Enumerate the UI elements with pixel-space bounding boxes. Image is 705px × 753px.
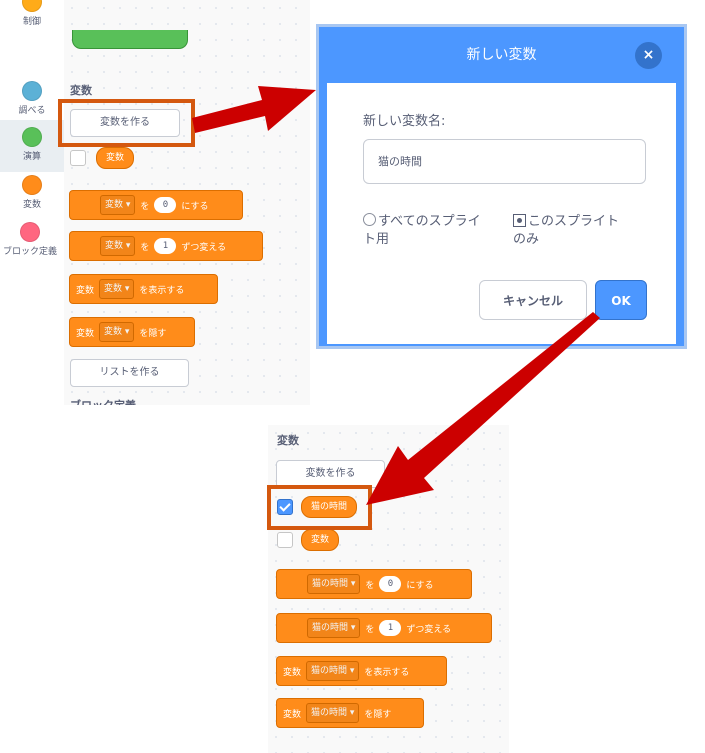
variable-checkbox[interactable] (70, 150, 86, 166)
operators-color-icon (22, 127, 42, 147)
category-my-blocks[interactable]: ブロック定義 (0, 222, 62, 257)
sensing-color-icon (22, 81, 42, 101)
block-text: ずつ変える (406, 624, 452, 635)
blocks-area: 変数 変数を作る 変数 変数 ▾ を 0 にする 変数 ▾ を 1 ずつ変える … (64, 0, 310, 405)
control-color-icon (22, 0, 42, 12)
variable-dropdown[interactable]: 変数 ▾ (99, 322, 135, 342)
variable-dropdown[interactable]: 猫の時間 ▾ (306, 703, 360, 723)
make-variable-button[interactable]: 変数を作る (276, 460, 385, 488)
block-text: にする (406, 580, 434, 591)
block-palette-after: 変数 変数を作る 猫の時間 変数 猫の時間 ▾ を 0 にする 猫の時間 ▾ を… (268, 425, 509, 753)
dialog-title: 新しい変数 (466, 47, 537, 63)
hide-variable-block[interactable]: 変数 猫の時間 ▾ を隠す (276, 698, 424, 728)
show-variable-block[interactable]: 変数 変数 ▾ を表示する (69, 274, 218, 304)
value-input[interactable]: 1 (154, 238, 177, 254)
block-text: を (140, 201, 150, 212)
radio-this-sprite[interactable]: このスプライト のみ (513, 213, 619, 249)
block-palette-before: 制御 調べる 演算 変数 ブロック定義 変数 変数を作る 変数 変数 ▾ を 0… (0, 0, 310, 405)
highlight-new-variable (267, 485, 372, 530)
variable-dropdown[interactable]: 変数 ▾ (99, 279, 135, 299)
radio-label: のみ (513, 232, 540, 247)
change-variable-block[interactable]: 猫の時間 ▾ を 1 ずつ変える (276, 613, 492, 643)
variable-name-input[interactable]: 猫の時間 (363, 139, 646, 184)
block-text: を隠す (364, 709, 392, 720)
category-label: 変数 (22, 200, 41, 210)
block-text: にする (181, 201, 209, 212)
new-variable-dialog: 新しい変数 × 新しい変数名: 猫の時間 すべてのスプライ ト用 このスプライト… (316, 24, 687, 349)
block-text: を表示する (364, 667, 410, 678)
section-title-variables: 変数 (277, 434, 299, 447)
variable-name-label: 新しい変数名: (363, 114, 446, 129)
category-label: 制御 (22, 17, 41, 27)
make-list-button[interactable]: リストを作る (70, 359, 189, 387)
block-text: を (140, 242, 150, 253)
cancel-button[interactable]: キャンセル (479, 280, 587, 320)
change-variable-block[interactable]: 変数 ▾ を 1 ずつ変える (69, 231, 263, 261)
variable-dropdown[interactable]: 猫の時間 ▾ (307, 618, 361, 638)
dialog-header: 新しい変数 (319, 27, 684, 83)
variable-reporter[interactable]: 変数 (96, 147, 135, 169)
block-text: を隠す (139, 328, 167, 339)
block-text: を (365, 624, 375, 635)
category-control[interactable]: 制御 (0, 0, 64, 27)
category-sensing[interactable]: 調べる (0, 81, 64, 116)
show-variable-block[interactable]: 変数 猫の時間 ▾ を表示する (276, 656, 447, 686)
block-text: ずつ変える (181, 242, 227, 253)
ok-button[interactable]: OK (595, 280, 647, 320)
block-text: 変数 (283, 709, 302, 720)
section-title-variables: 変数 (70, 84, 92, 97)
block-text: 変数 (76, 328, 95, 339)
variable-reporter[interactable]: 変数 (301, 529, 340, 551)
category-menu: 制御 調べる 演算 変数 ブロック定義 (0, 0, 65, 405)
highlight-make-variable (58, 99, 195, 147)
close-icon[interactable]: × (635, 42, 662, 69)
operator-block-partial[interactable] (72, 30, 188, 49)
variable-dropdown[interactable]: 猫の時間 ▾ (306, 661, 360, 681)
hide-variable-block[interactable]: 変数 変数 ▾ を隠す (69, 317, 195, 347)
variables-color-icon (22, 175, 42, 195)
radio-label: すべてのスプライ (378, 214, 481, 229)
radio-label: ト用 (363, 232, 390, 247)
block-text: 変数 (76, 285, 95, 296)
category-variables[interactable]: 変数 (0, 175, 64, 210)
variable-dropdown[interactable]: 変数 ▾ (100, 195, 136, 215)
radio-label: このスプライト (528, 214, 620, 229)
radio-circle-icon[interactable] (363, 213, 376, 226)
category-label: 演算 (22, 152, 41, 162)
category-operators[interactable]: 演算 (0, 127, 64, 162)
variable-dropdown[interactable]: 変数 ▾ (100, 236, 136, 256)
block-text: を (365, 580, 375, 591)
section-title-my-blocks: ブロック定義 (70, 397, 136, 405)
block-text: 変数 (283, 667, 302, 678)
block-text: を表示する (139, 285, 185, 296)
value-input[interactable]: 0 (154, 197, 177, 213)
radio-selected-icon[interactable] (513, 214, 526, 227)
my-blocks-color-icon (20, 222, 40, 242)
dialog-body: 新しい変数名: 猫の時間 すべてのスプライ ト用 このスプライト のみ キャンセ… (327, 83, 676, 344)
radio-all-sprites[interactable]: すべてのスプライ ト用 (363, 213, 481, 249)
variable-checkbox[interactable] (277, 532, 293, 548)
value-input[interactable]: 0 (379, 576, 402, 592)
value-input[interactable]: 1 (379, 620, 402, 636)
set-variable-block[interactable]: 変数 ▾ を 0 にする (69, 190, 243, 220)
variable-dropdown[interactable]: 猫の時間 ▾ (307, 574, 361, 594)
set-variable-block[interactable]: 猫の時間 ▾ を 0 にする (276, 569, 472, 599)
category-label: ブロック定義 (2, 247, 57, 257)
category-label: 調べる (18, 106, 46, 116)
